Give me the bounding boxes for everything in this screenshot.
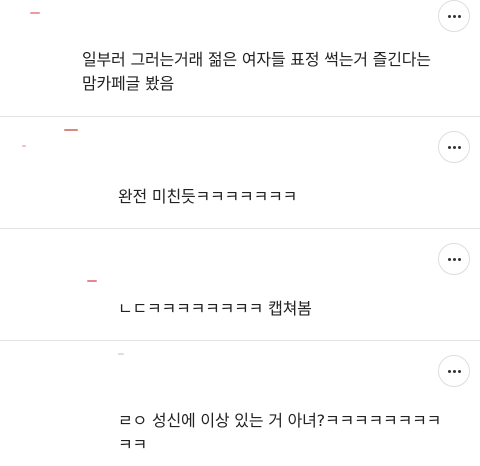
- avatar: [118, 353, 124, 355]
- comment-text: 완전 미친듯ㅋㅋㅋㅋㅋㅋㅋ: [118, 187, 298, 206]
- comment-text: ㄴㄷㅋㅋㅋㅋㅋㅋㅋㅋ 캡쳐봄: [118, 299, 312, 318]
- comment-item: 완전 미친듯ㅋㅋㅋㅋㅋㅋㅋ: [0, 117, 480, 227]
- more-horizontal-icon: [439, 1, 469, 31]
- more-options-button[interactable]: [438, 131, 470, 163]
- more-options-button[interactable]: [438, 243, 470, 275]
- more-options-button[interactable]: [438, 0, 470, 32]
- comment-item: ㄴㄷㅋㅋㅋㅋㅋㅋㅋㅋ 캡쳐봄: [0, 229, 480, 339]
- comment-item: 일부러 그러는거래 젊은 여자들 표정 썩는거 즐긴다는 맘카페글 봤음: [0, 0, 480, 115]
- avatar: [30, 12, 40, 14]
- avatar: [64, 129, 78, 131]
- more-horizontal-icon: [439, 356, 469, 386]
- more-horizontal-icon: [439, 132, 469, 162]
- avatar: [87, 280, 97, 282]
- comment-item: ㄹㅇ 성신에 이상 있는 거 아녀?ㅋㅋㅋㅋㅋㅋㅋㅋ ㅋㅋ: [0, 341, 480, 466]
- comment-text: ㄹㅇ 성신에 이상 있는 거 아녀?ㅋㅋㅋㅋㅋㅋㅋㅋ ㅋㅋ: [118, 411, 442, 454]
- more-options-button[interactable]: [438, 355, 470, 387]
- more-horizontal-icon: [439, 244, 469, 274]
- comment-text: 일부러 그러는거래 젊은 여자들 표정 썩는거 즐긴다는 맘카페글 봤음: [82, 50, 431, 93]
